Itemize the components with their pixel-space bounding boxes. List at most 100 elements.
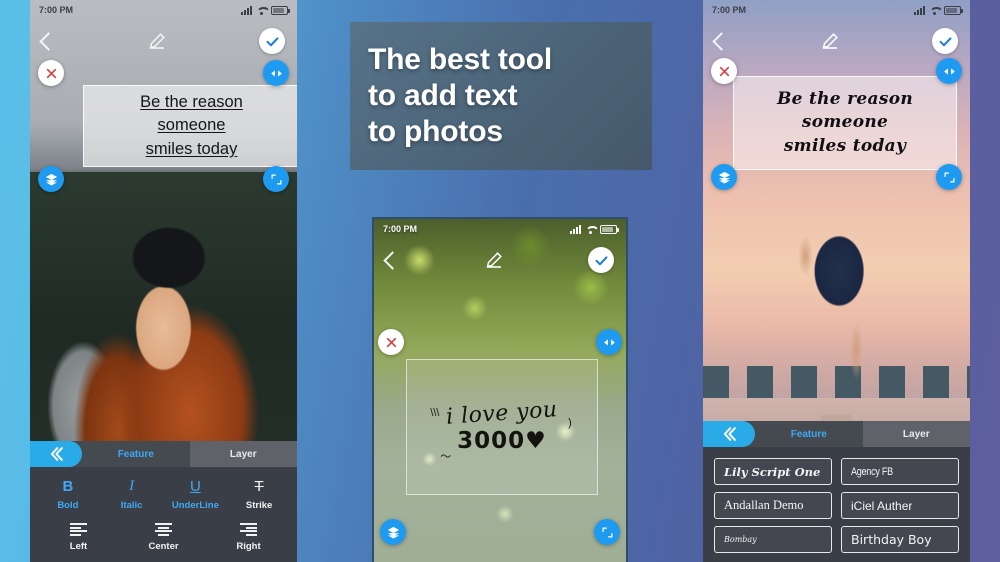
signal-icon — [241, 5, 252, 15]
wifi-icon — [929, 6, 940, 15]
tool-bold[interactable]: B Bold — [36, 478, 100, 511]
decorative-swirl: ～ — [440, 450, 452, 463]
close-button[interactable] — [38, 60, 64, 86]
resize-button[interactable] — [936, 164, 962, 190]
overlay-line-2: 3000♥ — [457, 427, 547, 454]
signal-icon — [914, 5, 925, 15]
underline-icon: U — [189, 478, 201, 495]
resize-button[interactable] — [263, 166, 289, 192]
flip-horizontal-button[interactable] — [596, 329, 622, 355]
tool-strike[interactable]: T Strike — [227, 478, 291, 511]
app-bar-middle — [374, 239, 626, 281]
tool-label: Left — [69, 541, 88, 552]
status-bar-right: 7:00 PM — [703, 0, 970, 20]
quote-line: Be the reason — [140, 92, 243, 111]
confirm-button[interactable] — [588, 247, 614, 273]
status-time: 7:00 PM — [383, 224, 418, 234]
tool-label: Right — [236, 541, 261, 552]
flip-horizontal-button[interactable] — [263, 60, 289, 86]
status-indicators — [914, 5, 963, 15]
font-option[interactable]: iCiel Auther — [841, 492, 959, 519]
headline-line: to add text — [368, 79, 518, 113]
tool-align-center[interactable]: Center — [121, 523, 206, 552]
text-overlay-card-middle[interactable]: \\\ ) i love you 3000♥ ～ — [406, 359, 598, 495]
quote-text-right: Be the reason someone smiles today — [777, 88, 913, 158]
status-time: 7:00 PM — [712, 5, 747, 15]
font-option[interactable]: Lily Script One — [714, 458, 832, 485]
tool-align-left[interactable]: Left — [36, 523, 121, 552]
close-button[interactable] — [711, 58, 737, 84]
flip-horizontal-button[interactable] — [936, 58, 962, 84]
layers-button[interactable] — [380, 519, 406, 545]
chevron-left-icon[interactable] — [383, 250, 402, 270]
love-overlay-text: \\\ ) i love you 3000♥ ～ — [430, 397, 572, 463]
editor-panel-left: Feature Layer B Bold I Italic U UnderLin… — [30, 441, 297, 562]
panel-tab-bar-right: Feature Layer — [703, 421, 970, 447]
tool-italic[interactable]: I Italic — [100, 478, 164, 512]
quote-text-left: Be the reason someone smiles today — [140, 91, 243, 161]
decorative-swirl: \\\ — [430, 406, 440, 419]
headline-line: The best tool — [368, 43, 553, 77]
tool-underline[interactable]: U UnderLine — [164, 478, 228, 511]
app-bar-left — [30, 20, 297, 62]
decorative-swirl: ) — [568, 416, 572, 429]
font-option[interactable]: Birthday Boy — [841, 526, 959, 553]
font-name: Andallan Demo — [724, 498, 804, 512]
font-option[interactable]: Agency FB — [841, 458, 959, 485]
headline-line: to photos — [368, 114, 503, 148]
tab-feature[interactable]: Feature — [755, 421, 863, 447]
tool-label: Bold — [57, 500, 79, 511]
photo-dancer — [783, 214, 885, 404]
pencil-icon[interactable] — [482, 248, 506, 272]
strikethrough-icon: T — [254, 478, 264, 495]
text-overlay-card-right[interactable]: Be the reason someone smiles today — [733, 76, 957, 170]
phone-mockup-right: 7:00 PM Be the reason someone smiles tod… — [703, 0, 970, 562]
tool-label: UnderLine — [171, 500, 219, 511]
wifi-icon — [585, 225, 596, 234]
text-align-tools: Left Center Right — [30, 515, 297, 562]
quote-line: smiles today — [145, 139, 238, 158]
tool-label: Italic — [120, 500, 143, 511]
pencil-icon[interactable] — [145, 29, 169, 53]
font-option[interactable]: Andallan Demo — [714, 492, 832, 519]
align-left-icon — [70, 523, 87, 536]
layers-button[interactable] — [38, 166, 64, 192]
collapse-panel-button[interactable] — [703, 421, 755, 447]
layers-button[interactable] — [711, 164, 737, 190]
status-indicators — [570, 224, 619, 234]
quote-line: smiles today — [783, 135, 907, 156]
italic-icon: I — [129, 478, 135, 494]
text-overlay-card-left[interactable]: Be the reason someone smiles today — [83, 85, 297, 167]
tool-align-right[interactable]: Right — [206, 523, 291, 552]
overlay-line-1: i love you — [445, 396, 559, 430]
wifi-icon — [256, 6, 267, 15]
chevron-left-icon[interactable] — [712, 31, 731, 51]
font-name: Bombay — [724, 535, 757, 544]
font-name: Lily Script One — [724, 464, 821, 479]
text-style-tools: B Bold I Italic U UnderLine T Strike — [30, 467, 297, 515]
promo-headline: The best tool to add text to photos — [368, 42, 652, 149]
status-time: 7:00 PM — [39, 5, 74, 15]
pencil-icon[interactable] — [818, 29, 842, 53]
tab-layer[interactable]: Layer — [189, 441, 297, 467]
font-option[interactable]: Bombay — [714, 526, 832, 553]
close-button[interactable] — [378, 329, 404, 355]
chevron-left-icon[interactable] — [39, 31, 58, 51]
status-bar-left: 7:00 PM — [30, 0, 297, 20]
tab-feature[interactable]: Feature — [82, 441, 190, 467]
tool-label: Center — [148, 541, 179, 552]
app-bar-right — [703, 20, 970, 62]
panel-tab-bar-left: Feature Layer — [30, 441, 297, 467]
phone-mockup-middle: 7:00 PM \\\ ) i love you 3000♥ ～ — [372, 217, 628, 562]
resize-button[interactable] — [594, 519, 620, 545]
confirm-button[interactable] — [932, 28, 958, 54]
quote-line: Be the reason — [776, 88, 913, 109]
quote-line: someone — [157, 116, 226, 135]
status-bar-middle: 7:00 PM — [374, 219, 626, 239]
collapse-panel-button[interactable] — [30, 441, 82, 467]
font-name: iCiel Auther — [851, 498, 913, 513]
editor-panel-right: Feature Layer Lily Script One Agency FB … — [703, 421, 970, 562]
tab-layer[interactable]: Layer — [862, 421, 970, 447]
confirm-button[interactable] — [259, 28, 285, 54]
status-indicators — [241, 5, 290, 15]
